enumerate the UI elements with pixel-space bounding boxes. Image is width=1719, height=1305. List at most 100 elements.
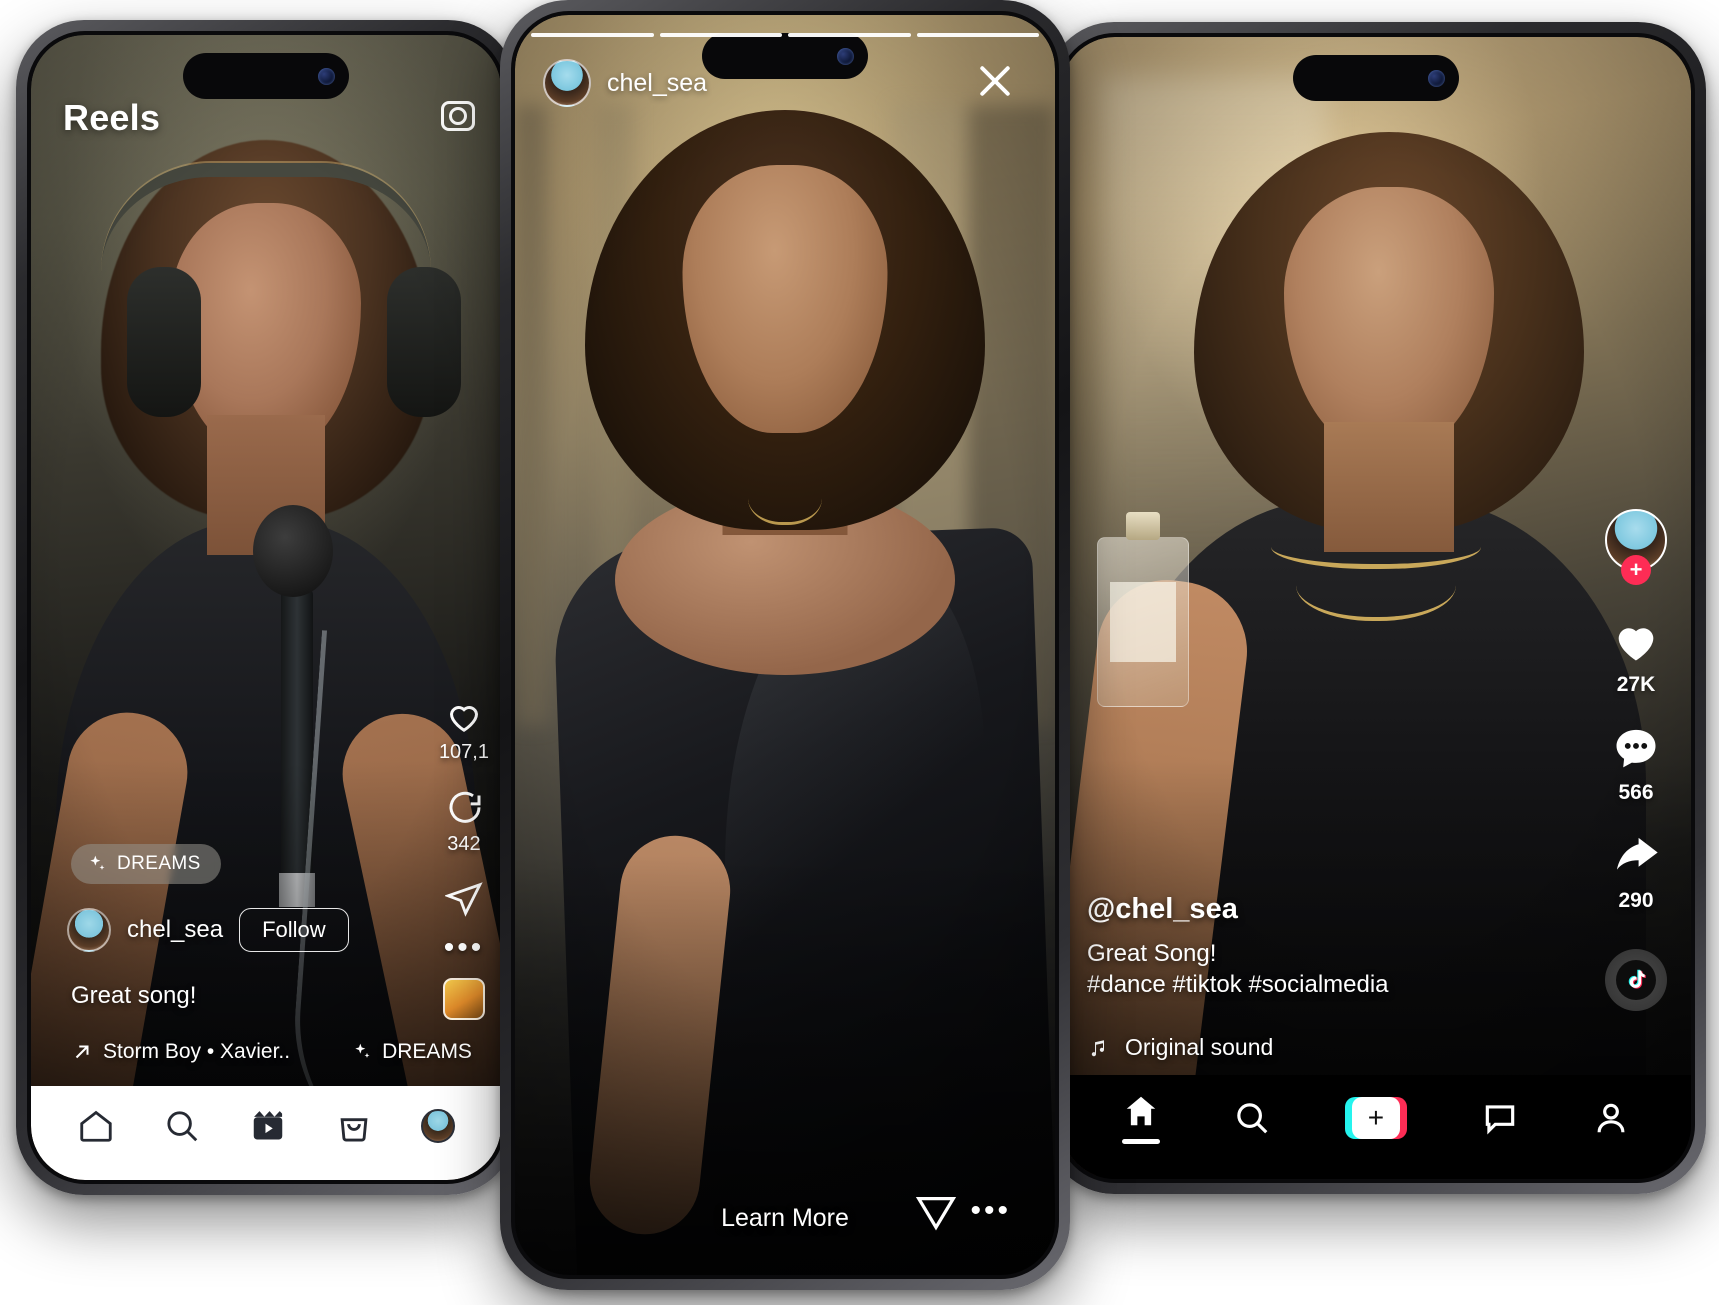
reels-icon bbox=[253, 1111, 283, 1140]
dynamic-island bbox=[702, 33, 868, 79]
inbox-icon bbox=[1485, 1105, 1514, 1135]
audio-track-label: Storm Boy • Xavier.. bbox=[103, 1040, 291, 1063]
nav-item-home[interactable] bbox=[1121, 1092, 1160, 1144]
author-handle[interactable]: @chel_sea bbox=[1087, 893, 1389, 926]
reel-author-row: chel_sea Follow bbox=[67, 908, 349, 952]
nav-item-home[interactable] bbox=[77, 1107, 115, 1145]
audio-track-group[interactable]: Storm Boy • Xavier.. bbox=[71, 1040, 290, 1064]
tiktok-action-rail: + 27K 566 290 bbox=[1605, 509, 1667, 1011]
comment-icon bbox=[449, 791, 481, 823]
nav-item-profile[interactable] bbox=[1592, 1099, 1630, 1137]
share-icon bbox=[1616, 837, 1658, 870]
phone3-screen: + 27K 566 290 @chel_sea Great Song! #dan… bbox=[1061, 37, 1691, 1179]
story-progress-segment[interactable] bbox=[916, 33, 1039, 37]
comment-button[interactable]: 342 bbox=[444, 788, 484, 856]
story-progress-segment[interactable] bbox=[531, 33, 654, 37]
tiktok-caption-block: @chel_sea Great Song! #dance #tiktok #so… bbox=[1087, 893, 1389, 1001]
more-button[interactable]: ••• bbox=[443, 931, 485, 964]
send-button[interactable] bbox=[913, 1189, 959, 1235]
nav-item-create[interactable]: + bbox=[1344, 1097, 1407, 1139]
plus-icon[interactable]: + bbox=[1621, 555, 1651, 585]
audio-effect-label: DREAMS bbox=[382, 1040, 472, 1063]
ai-effect-label: DREAMS bbox=[117, 853, 201, 874]
phone2-screen: chel_sea Learn More ••• bbox=[515, 15, 1055, 1275]
shop-icon bbox=[340, 1118, 368, 1142]
username: chel_sea bbox=[607, 68, 708, 97]
comment-count: 566 bbox=[1618, 781, 1654, 804]
share-button[interactable]: 290 bbox=[1610, 831, 1662, 913]
more-icon[interactable]: ••• bbox=[970, 1196, 1011, 1226]
sound-label: Original sound bbox=[1125, 1034, 1274, 1060]
front-camera-icon bbox=[837, 47, 854, 65]
phone2-bezel: chel_sea Learn More ••• bbox=[511, 11, 1059, 1279]
nav-item-shop[interactable] bbox=[335, 1107, 373, 1145]
more-icon: ••• bbox=[443, 931, 485, 964]
phone3-bezel: + 27K 566 290 @chel_sea Great Song! #dan… bbox=[1057, 33, 1695, 1183]
sound-disc-button[interactable] bbox=[1605, 949, 1667, 1011]
front-camera-icon bbox=[318, 67, 335, 85]
learn-more-button[interactable]: Learn More bbox=[721, 1204, 849, 1233]
story-author-row[interactable]: chel_sea bbox=[543, 59, 707, 107]
heart-icon bbox=[449, 706, 478, 732]
sparkle-icon bbox=[355, 1043, 370, 1058]
reels-action-rail: 107,1 342 ••• bbox=[439, 696, 489, 1020]
close-icon[interactable] bbox=[975, 61, 1015, 101]
tiktok-ui-layer: + 27K 566 290 @chel_sea Great Song! #dan… bbox=[1061, 37, 1691, 1179]
author-avatar-button[interactable]: + bbox=[1605, 509, 1667, 585]
tiktok-note-icon bbox=[1616, 960, 1656, 1000]
comment-button[interactable]: 566 bbox=[1610, 723, 1662, 805]
tiktok-logo-icon bbox=[1628, 969, 1646, 989]
like-button[interactable]: 27K bbox=[1610, 615, 1662, 697]
nav-item-search[interactable] bbox=[163, 1107, 201, 1145]
audio-thumbnail[interactable] bbox=[442, 978, 485, 1020]
audio-effect-group[interactable]: DREAMS bbox=[352, 1040, 472, 1064]
tiktok-bottom-nav: + bbox=[1061, 1075, 1691, 1179]
comment-icon bbox=[1616, 729, 1656, 768]
reels-ui-layer: Reels 107,1 342 ••• DREAMS chel_sea Foll… bbox=[31, 35, 501, 1180]
username[interactable]: chel_sea bbox=[127, 916, 223, 944]
like-count: 27K bbox=[1616, 673, 1656, 696]
reel-caption: Great song! bbox=[71, 982, 197, 1009]
story-ui-layer: chel_sea Learn More ••• bbox=[515, 15, 1055, 1275]
home-icon bbox=[80, 1110, 112, 1142]
phone-instagram-story: chel_sea Learn More ••• bbox=[500, 0, 1070, 1290]
phone-tiktok: + 27K 566 290 @chel_sea Great Song! #dan… bbox=[1046, 22, 1706, 1194]
story-progress-segment[interactable] bbox=[659, 33, 782, 37]
ai-effect-badge[interactable]: DREAMS bbox=[71, 844, 221, 884]
camera-icon[interactable] bbox=[441, 101, 475, 131]
share-button[interactable] bbox=[444, 880, 483, 918]
like-button[interactable]: 107,1 bbox=[439, 696, 489, 764]
active-indicator bbox=[1121, 1139, 1160, 1144]
share-count: 290 bbox=[1618, 889, 1654, 912]
search-icon bbox=[1237, 1103, 1268, 1134]
dynamic-island bbox=[1293, 55, 1459, 101]
avatar[interactable] bbox=[67, 908, 111, 952]
video-description-line2[interactable]: #dance #tiktok #socialmedia bbox=[1087, 969, 1389, 1001]
nav-item-reels[interactable] bbox=[249, 1107, 287, 1145]
like-count: 107,1 bbox=[438, 741, 489, 763]
video-description-line1: Great Song! bbox=[1087, 939, 1217, 967]
comment-count: 342 bbox=[447, 833, 481, 855]
sound-row[interactable]: Original sound bbox=[1087, 1034, 1273, 1061]
profile-avatar-icon[interactable] bbox=[421, 1109, 455, 1143]
story-progress-bars bbox=[531, 33, 1039, 37]
send-icon bbox=[915, 1196, 957, 1231]
home-icon bbox=[1126, 1096, 1156, 1126]
avatar[interactable] bbox=[543, 59, 591, 107]
page-title: Reels bbox=[63, 97, 161, 138]
share-icon bbox=[444, 882, 483, 917]
person-icon bbox=[1597, 1103, 1625, 1133]
plus-icon: + bbox=[1351, 1097, 1400, 1139]
sparkle-icon bbox=[90, 855, 105, 870]
arrow-up-right-icon bbox=[75, 1045, 89, 1059]
story-progress-segment[interactable] bbox=[788, 33, 911, 37]
front-camera-icon bbox=[1428, 69, 1445, 87]
phone1-bezel: Reels 107,1 342 ••• DREAMS chel_sea Foll… bbox=[27, 31, 505, 1184]
follow-button[interactable]: Follow bbox=[239, 908, 349, 952]
phone1-screen: Reels 107,1 342 ••• DREAMS chel_sea Foll… bbox=[31, 35, 501, 1180]
nav-item-discover[interactable] bbox=[1233, 1099, 1271, 1137]
nav-item-inbox[interactable] bbox=[1481, 1099, 1519, 1137]
music-note-icon bbox=[1091, 1039, 1104, 1056]
screenshot-stage: Reels 107,1 342 ••• DREAMS chel_sea Foll… bbox=[0, 0, 1719, 1305]
reel-audio-row[interactable]: Storm Boy • Xavier.. DREAMS bbox=[71, 1040, 472, 1064]
